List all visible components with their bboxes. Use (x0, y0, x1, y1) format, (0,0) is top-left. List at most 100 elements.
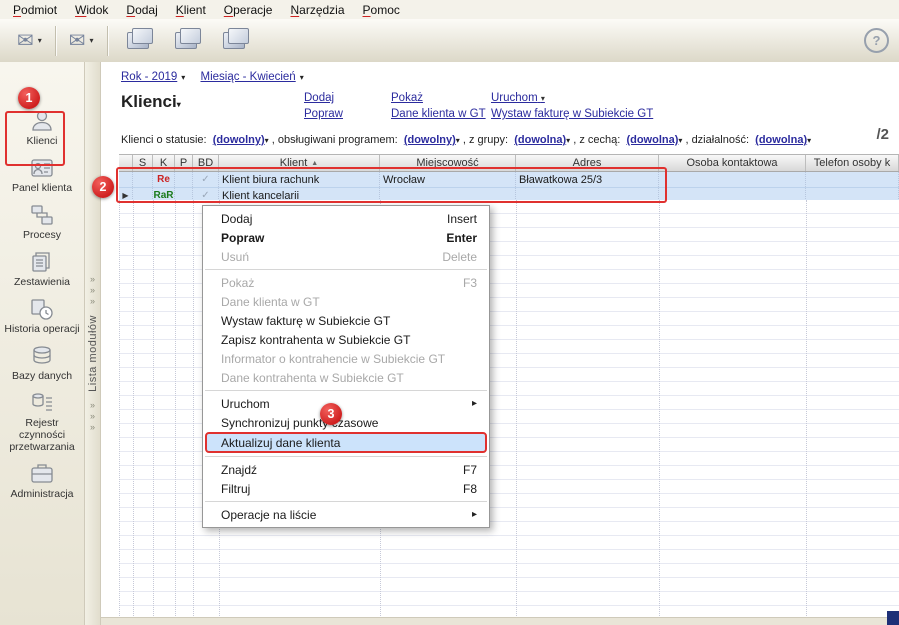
sidebar-item-historia-operacji[interactable]: Historia operacji (0, 295, 84, 335)
module-list-strip[interactable]: » » » Lista modułów » » » (85, 62, 101, 625)
sidebar-item-label: Panel klienta (11, 182, 73, 194)
dropdown-arrow-icon: ▾ (566, 136, 571, 145)
client-data-gt-link[interactable]: Dane klienta w GT (391, 108, 486, 120)
filter-bar: Klienci o statusie: (dowolny)▾ , obsługi… (121, 134, 811, 146)
documents-button[interactable] (114, 24, 162, 58)
filter-program-dropdown[interactable]: (dowolny) (404, 134, 456, 146)
documents-icon (126, 28, 153, 49)
menu-separator (205, 456, 487, 457)
filter-label: , obsługiwani programem: (271, 134, 398, 146)
menu-narzedzia[interactable]: Narzędzia (281, 1, 353, 19)
column-header-adres[interactable]: Adres (516, 155, 659, 171)
menubar: Podmiot Widok Dodaj Klient Operacje Narz… (0, 0, 899, 20)
context-menu-item-pokaz: Pokaż F3 (221, 275, 477, 290)
run-link[interactable]: Uruchom ▾ (491, 92, 653, 104)
reports-button[interactable] (162, 24, 210, 58)
dropdown-arrow-icon: ▾ (89, 36, 94, 45)
column-header-k[interactable]: K (153, 155, 175, 171)
sync-button[interactable] (210, 24, 258, 58)
breadcrumb-year-link[interactable]: Rok - 2019 (121, 71, 177, 83)
header-actions-col2: Pokaż Dane klienta w GT (391, 92, 486, 120)
sidebar-item-procesy[interactable]: Procesy (0, 201, 84, 241)
column-header-s[interactable]: S (133, 155, 153, 171)
dropdown-arrow-icon: ▾ (807, 136, 812, 145)
context-menu-item-popraw[interactable]: Popraw Enter (203, 228, 489, 247)
toolbar-separator (106, 25, 108, 56)
table-cell: Klient biura rachunk (219, 172, 380, 187)
send-message-button[interactable]: ✉ ▾ (10, 24, 49, 58)
context-menu-item-znajdz[interactable]: Znajdź F7 (203, 460, 489, 479)
dropdown-arrow-icon: ▾ (455, 136, 460, 145)
sidebar-item-panel-klienta[interactable]: Panel klienta (0, 154, 84, 194)
menu-podmiot[interactable]: Podmiot (4, 1, 66, 19)
issue-invoice-link[interactable]: Wystaw fakturę w Subiekcie GT (491, 108, 653, 120)
table-cell: Wrocław (380, 172, 516, 187)
sidebar-item-zestawienia[interactable]: Zestawienia (0, 248, 84, 288)
filter-activity-dropdown[interactable]: (dowolna) (755, 134, 807, 146)
context-menu-item-dodaj[interactable]: Dodaj Insert (203, 209, 489, 228)
filter-label: , z cechą: (573, 134, 621, 146)
column-header-klient[interactable]: Klient ▲ (219, 155, 380, 171)
column-header-p[interactable]: P (175, 155, 193, 171)
history-icon (27, 295, 57, 323)
context-menu-item-filtruj[interactable]: Filtruj F8 (203, 479, 489, 498)
sidebar-item-rejestr-czynnosci[interactable]: Rejestr czynności przetwarzania (0, 389, 84, 453)
annotation-step-2: 2 (92, 176, 114, 198)
chevron-icon: » (89, 410, 95, 421)
context-menu-item-aktualizuj-dane-klienta[interactable]: Aktualizuj dane klienta (205, 432, 487, 453)
context-menu-item-synchronizuj[interactable]: Synchronizuj punkty czasowe (203, 413, 489, 432)
column-header-telefon[interactable]: Telefon osoby k (806, 155, 899, 171)
context-menu-item-usun: Usuń Delete (221, 249, 477, 264)
menu-dodaj[interactable]: Dodaj (117, 1, 166, 19)
edit-client-link[interactable]: Popraw (304, 108, 343, 120)
context-menu-item-wystaw-fakture[interactable]: Wystaw fakturę w Subiekcie GT (203, 311, 489, 330)
sidebar-item-label: Klienci (26, 135, 58, 147)
administration-icon (27, 460, 57, 488)
filter-label: Klienci o statusie: (121, 134, 207, 146)
filter-attribute-dropdown[interactable]: (dowolna) (626, 134, 678, 146)
menu-pomoc[interactable]: Pomoc (354, 1, 409, 19)
context-menu-item-operacje-na-liscie[interactable]: Operacje na liście ▸ (203, 505, 489, 524)
chevron-icon: » (89, 274, 95, 284)
menu-klient[interactable]: Klient (167, 1, 215, 19)
context-menu-item-uruchom[interactable]: Uruchom ▸ (203, 394, 489, 413)
column-header-bd[interactable]: BD (193, 155, 219, 171)
check-icon: ✓ (193, 172, 219, 187)
show-client-link[interactable]: Pokaż (391, 92, 486, 104)
chevron-icon: » (89, 285, 95, 295)
sidebar-item-label: Historia operacji (4, 323, 80, 335)
menu-separator (205, 390, 487, 391)
context-menu-item-zapisz-kontrahenta[interactable]: Zapisz kontrahenta w Subiekcie GT (203, 330, 489, 349)
filter-group-dropdown[interactable]: (dowolna) (514, 134, 566, 146)
sidebar-item-bazy-danych[interactable]: Bazy danych (0, 342, 84, 382)
add-client-link[interactable]: Dodaj (304, 92, 343, 104)
table-row-1[interactable]: Re ✓ Klient biura rachunk Wrocław Bławat… (119, 172, 899, 188)
header-actions-col1: Dodaj Popraw (304, 92, 343, 120)
dropdown-arrow-icon: ▾ (37, 36, 42, 45)
table-cell: Re (153, 172, 175, 187)
sidebar-item-label: Zestawienia (13, 276, 71, 288)
breadcrumb-month-link[interactable]: Miesiąc - Kwiecień (200, 71, 295, 83)
column-header-selector (119, 155, 133, 171)
menu-operacje[interactable]: Operacje (215, 1, 282, 19)
menu-separator (205, 269, 487, 270)
menu-widok[interactable]: Widok (66, 1, 117, 19)
toolbar: ✉ ▾ ✉ ▾ ? (0, 19, 899, 63)
processes-icon (27, 201, 57, 229)
help-button[interactable]: ? (864, 28, 889, 53)
help-icon: ? (872, 33, 881, 48)
filter-status-dropdown[interactable]: (dowolny) (213, 134, 265, 146)
bottom-strip (101, 617, 899, 625)
table-header-row: S K P BD Klient ▲ Miejscowość Adres Osoba… (119, 154, 899, 172)
table-cell (806, 172, 899, 187)
sidebar-item-klienci[interactable]: Klienci (0, 107, 84, 147)
reports-icon (174, 28, 201, 49)
column-header-miejscowosc[interactable]: Miejscowość (380, 155, 516, 171)
send-message-icon: ✉ (17, 29, 34, 52)
dropdown-arrow-icon: ▾ (299, 73, 304, 82)
page-title[interactable]: Klienci▾ (121, 92, 181, 112)
messages-button[interactable]: ✉ ▾ (62, 24, 101, 58)
clients-icon (27, 107, 57, 135)
column-header-osoba-kontaktowa[interactable]: Osoba kontaktowa (659, 155, 806, 171)
sidebar-item-administracja[interactable]: Administracja (0, 460, 84, 500)
